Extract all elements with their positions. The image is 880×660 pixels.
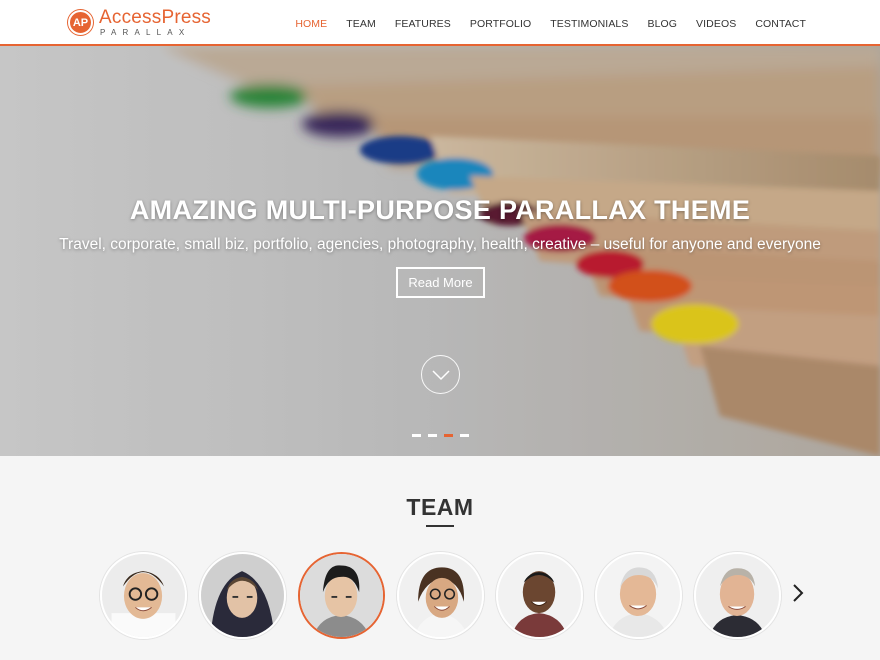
nav-team[interactable]: TEAM (346, 18, 376, 30)
slider-pager (412, 434, 469, 437)
heading-divider (426, 525, 454, 527)
team-member-avatar[interactable] (397, 552, 484, 639)
chevron-down-icon (431, 369, 450, 380)
nav-portfolio[interactable]: PORTFOLIO (470, 18, 531, 30)
team-member-avatar[interactable] (595, 552, 682, 639)
logo-subtitle: PARALLAX (100, 28, 191, 37)
avatar-photo (300, 554, 383, 637)
main-nav: HOME TEAM FEATURES PORTFOLIO TESTIMONIAL… (276, 18, 806, 30)
hero-slider: AMAZING MULTI-PURPOSE PARALLAX THEME Tra… (0, 46, 880, 456)
nav-blog[interactable]: BLOG (647, 18, 677, 30)
slider-dot-3[interactable] (444, 434, 453, 437)
scroll-down-button[interactable] (421, 355, 460, 394)
avatar-photo (399, 554, 482, 637)
read-more-button[interactable]: Read More (396, 267, 485, 298)
avatar-photo (201, 554, 284, 637)
hero-title: AMAZING MULTI-PURPOSE PARALLAX THEME (129, 195, 751, 225)
avatar-photo (696, 554, 779, 637)
nav-testimonials[interactable]: TESTIMONIALS (550, 18, 628, 30)
hero-subtitle: Travel, corporate, small biz, portfolio,… (59, 236, 821, 253)
logo-badge: AP (68, 10, 93, 35)
team-heading: TEAM (406, 494, 474, 520)
slider-dot-4[interactable] (460, 434, 469, 437)
avatar-photo (498, 554, 581, 637)
team-member-avatar[interactable] (100, 552, 187, 639)
nav-videos[interactable]: VIDEOS (696, 18, 736, 30)
site-logo[interactable]: AP AccessPress PARALLAX (68, 8, 211, 37)
slider-dot-2[interactable] (428, 434, 437, 437)
avatar-photo (597, 554, 680, 637)
site-header: AP AccessPress PARALLAX HOME TEAM FEATUR… (0, 0, 880, 46)
team-member-avatar[interactable] (199, 552, 286, 639)
slider-dot-1[interactable] (412, 434, 421, 437)
team-section: TEAM (0, 456, 880, 660)
avatar-photo (102, 554, 185, 637)
team-member-avatar[interactable] (694, 552, 781, 639)
team-member-avatar-active[interactable] (298, 552, 385, 639)
chevron-right-icon[interactable] (790, 582, 806, 604)
nav-contact[interactable]: CONTACT (755, 18, 806, 30)
logo-title: AccessPress (99, 7, 212, 28)
nav-features[interactable]: FEATURES (395, 18, 451, 30)
team-member-avatar[interactable] (496, 552, 583, 639)
logo-text: AccessPress PARALLAX (99, 8, 211, 37)
nav-home[interactable]: HOME (295, 18, 327, 30)
